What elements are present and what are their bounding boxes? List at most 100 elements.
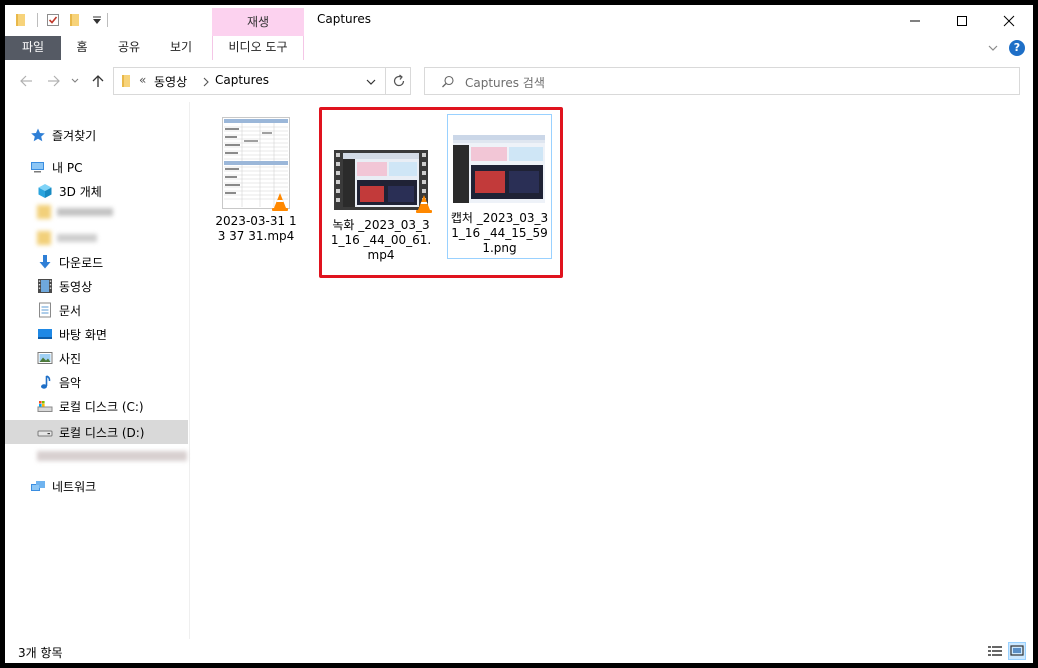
refresh-icon	[393, 74, 404, 87]
file-item[interactable]: 녹화 _2023_03_31_16 _44_00_61.mp4	[329, 114, 433, 264]
file-item[interactable]: 2023-03-31 13 37 31.mp4	[213, 112, 299, 246]
download-icon	[39, 255, 51, 269]
video-thumbnail-icon	[334, 150, 428, 210]
nav-item-pictures[interactable]: 사진	[37, 347, 187, 369]
nav-item-label: 다운로드	[59, 255, 104, 270]
breadcrumb-overflow[interactable]: «	[139, 73, 146, 87]
ribbon-right-controls: ?	[987, 36, 1033, 60]
toolbar-separator	[37, 13, 38, 27]
tab-file[interactable]: 파일	[5, 36, 61, 60]
details-view-icon[interactable]	[986, 642, 1004, 660]
maximize-button[interactable]	[939, 5, 985, 36]
close-button[interactable]	[986, 5, 1032, 36]
vlc-cone-icon	[416, 195, 432, 213]
nav-item-network[interactable]: 네트워크	[30, 475, 180, 497]
window-title: Captures	[317, 12, 371, 26]
nav-item-label: 네트워크	[52, 479, 97, 494]
nav-item-this-pc[interactable]: 내 PC	[30, 156, 180, 178]
breadcrumb-item-captures[interactable]: Captures	[215, 73, 269, 87]
address-row: « 동영상 Captures Captures 검색	[5, 60, 1033, 102]
search-icon	[442, 75, 454, 88]
nav-item-label: 내 PC	[52, 160, 83, 175]
up-button[interactable]	[89, 72, 107, 90]
item-count: 3개 항목	[18, 646, 63, 660]
breadcrumb-item-videos[interactable]: 동영상	[154, 73, 187, 90]
nav-item-label: 바탕 화면	[59, 327, 107, 342]
back-button[interactable]	[17, 72, 35, 90]
navigation-pane: 즐겨찾기 내 PC 3D 개체 다운로드 동영상 문서 바탕 화면 사진 음악 …	[5, 102, 190, 639]
maximize-icon	[957, 15, 967, 26]
image-thumbnail-icon	[453, 135, 545, 203]
tab-share[interactable]: 공유	[109, 36, 149, 60]
star-icon	[31, 128, 45, 142]
forward-button[interactable]	[45, 72, 63, 90]
redacted-item-label	[57, 208, 113, 216]
status-bar: 3개 항목	[5, 639, 1033, 663]
file-explorer-window: 재생 Captures 파일 홈 공유 보기 비디오 도구 ? « 동영상 Ca…	[5, 5, 1033, 663]
redacted-item-label	[57, 234, 97, 242]
address-bar[interactable]: « 동영상 Captures	[113, 67, 411, 95]
nav-item-quick-access[interactable]: 즐겨찾기	[30, 124, 180, 146]
refresh-button[interactable]	[385, 67, 411, 95]
nav-item-label: 음악	[59, 375, 82, 390]
minimize-icon	[910, 20, 920, 21]
search-placeholder: Captures 검색	[465, 76, 545, 90]
folder-icon	[122, 75, 130, 87]
nav-item-label: 로컬 디스크 (D:)	[59, 425, 145, 440]
toolbar-separator	[107, 13, 108, 27]
nav-item-3d-objects[interactable]: 3D 개체	[37, 180, 187, 202]
nav-item-label: 즐겨찾기	[52, 128, 97, 143]
nav-item-documents[interactable]: 문서	[37, 299, 187, 321]
minimize-button[interactable]	[892, 5, 938, 36]
arrow-up-icon	[92, 75, 104, 87]
search-box[interactable]: Captures 검색	[424, 67, 1020, 95]
folder-icon[interactable]	[14, 13, 28, 27]
file-name: 녹화 _2023_03_31_16 _44_00_61.mp4	[330, 218, 432, 262]
tab-view[interactable]: 보기	[161, 36, 201, 60]
redacted-item-icon	[37, 205, 51, 219]
nav-item-downloads[interactable]: 다운로드	[37, 251, 187, 273]
nav-item-desktop[interactable]: 바탕 화면	[37, 323, 187, 345]
context-tab-header: 재생	[212, 8, 304, 36]
properties-icon[interactable]	[46, 13, 60, 27]
cube-icon	[38, 184, 52, 198]
file-item[interactable]: 캡처 _2023_03_31_16 _44_15_591.png	[447, 114, 552, 259]
nav-item-label: 문서	[59, 303, 82, 318]
arrow-right-icon	[48, 75, 60, 87]
document-icon	[39, 302, 51, 318]
large-icons-view-icon[interactable]	[1008, 642, 1026, 660]
new-folder-icon[interactable]	[68, 13, 82, 27]
nav-item-music[interactable]: 음악	[37, 371, 187, 393]
expand-ribbon-icon[interactable]	[987, 42, 999, 54]
address-dropdown-icon[interactable]	[366, 77, 376, 87]
title-bar: 재생 Captures	[5, 5, 1033, 36]
pc-icon	[31, 162, 44, 173]
nav-item-label: 사진	[59, 351, 82, 366]
vlc-cone-icon	[272, 193, 288, 211]
close-icon	[1003, 15, 1015, 26]
file-list: 2023-03-31 13 37 31.mp4 녹화 _2023_03_31_1…	[191, 102, 1033, 639]
film-icon	[38, 279, 52, 293]
nav-item-drive-c[interactable]: 로컬 디스크 (C:)	[37, 395, 187, 417]
recent-locations-button[interactable]	[69, 72, 81, 90]
redacted-item-icon	[37, 231, 51, 245]
network-icon	[31, 481, 45, 491]
file-name: 2023-03-31 13 37 31.mp4	[215, 214, 297, 243]
nav-item-label: 동영상	[59, 279, 93, 294]
tab-video-tools[interactable]: 비디오 도구	[212, 36, 304, 60]
music-icon	[41, 375, 51, 389]
drive-icon	[37, 430, 53, 437]
nav-item-label: 3D 개체	[59, 184, 102, 199]
tab-home[interactable]: 홈	[65, 36, 99, 60]
nav-item-videos[interactable]: 동영상	[37, 275, 187, 297]
redacted-item	[37, 451, 187, 461]
nav-item-drive-d[interactable]: 로컬 디스크 (D:)	[5, 420, 188, 444]
chevron-right-icon	[203, 77, 209, 87]
help-button[interactable]: ?	[1009, 40, 1025, 56]
customize-toolbar-icon[interactable]	[90, 13, 104, 27]
nav-item-label: 로컬 디스크 (C:)	[59, 399, 144, 414]
picture-icon	[37, 352, 53, 364]
chevron-down-icon	[71, 78, 79, 83]
file-name: 캡처 _2023_03_31_16 _44_15_591.png	[450, 211, 549, 255]
drive-c-icon	[37, 401, 53, 412]
